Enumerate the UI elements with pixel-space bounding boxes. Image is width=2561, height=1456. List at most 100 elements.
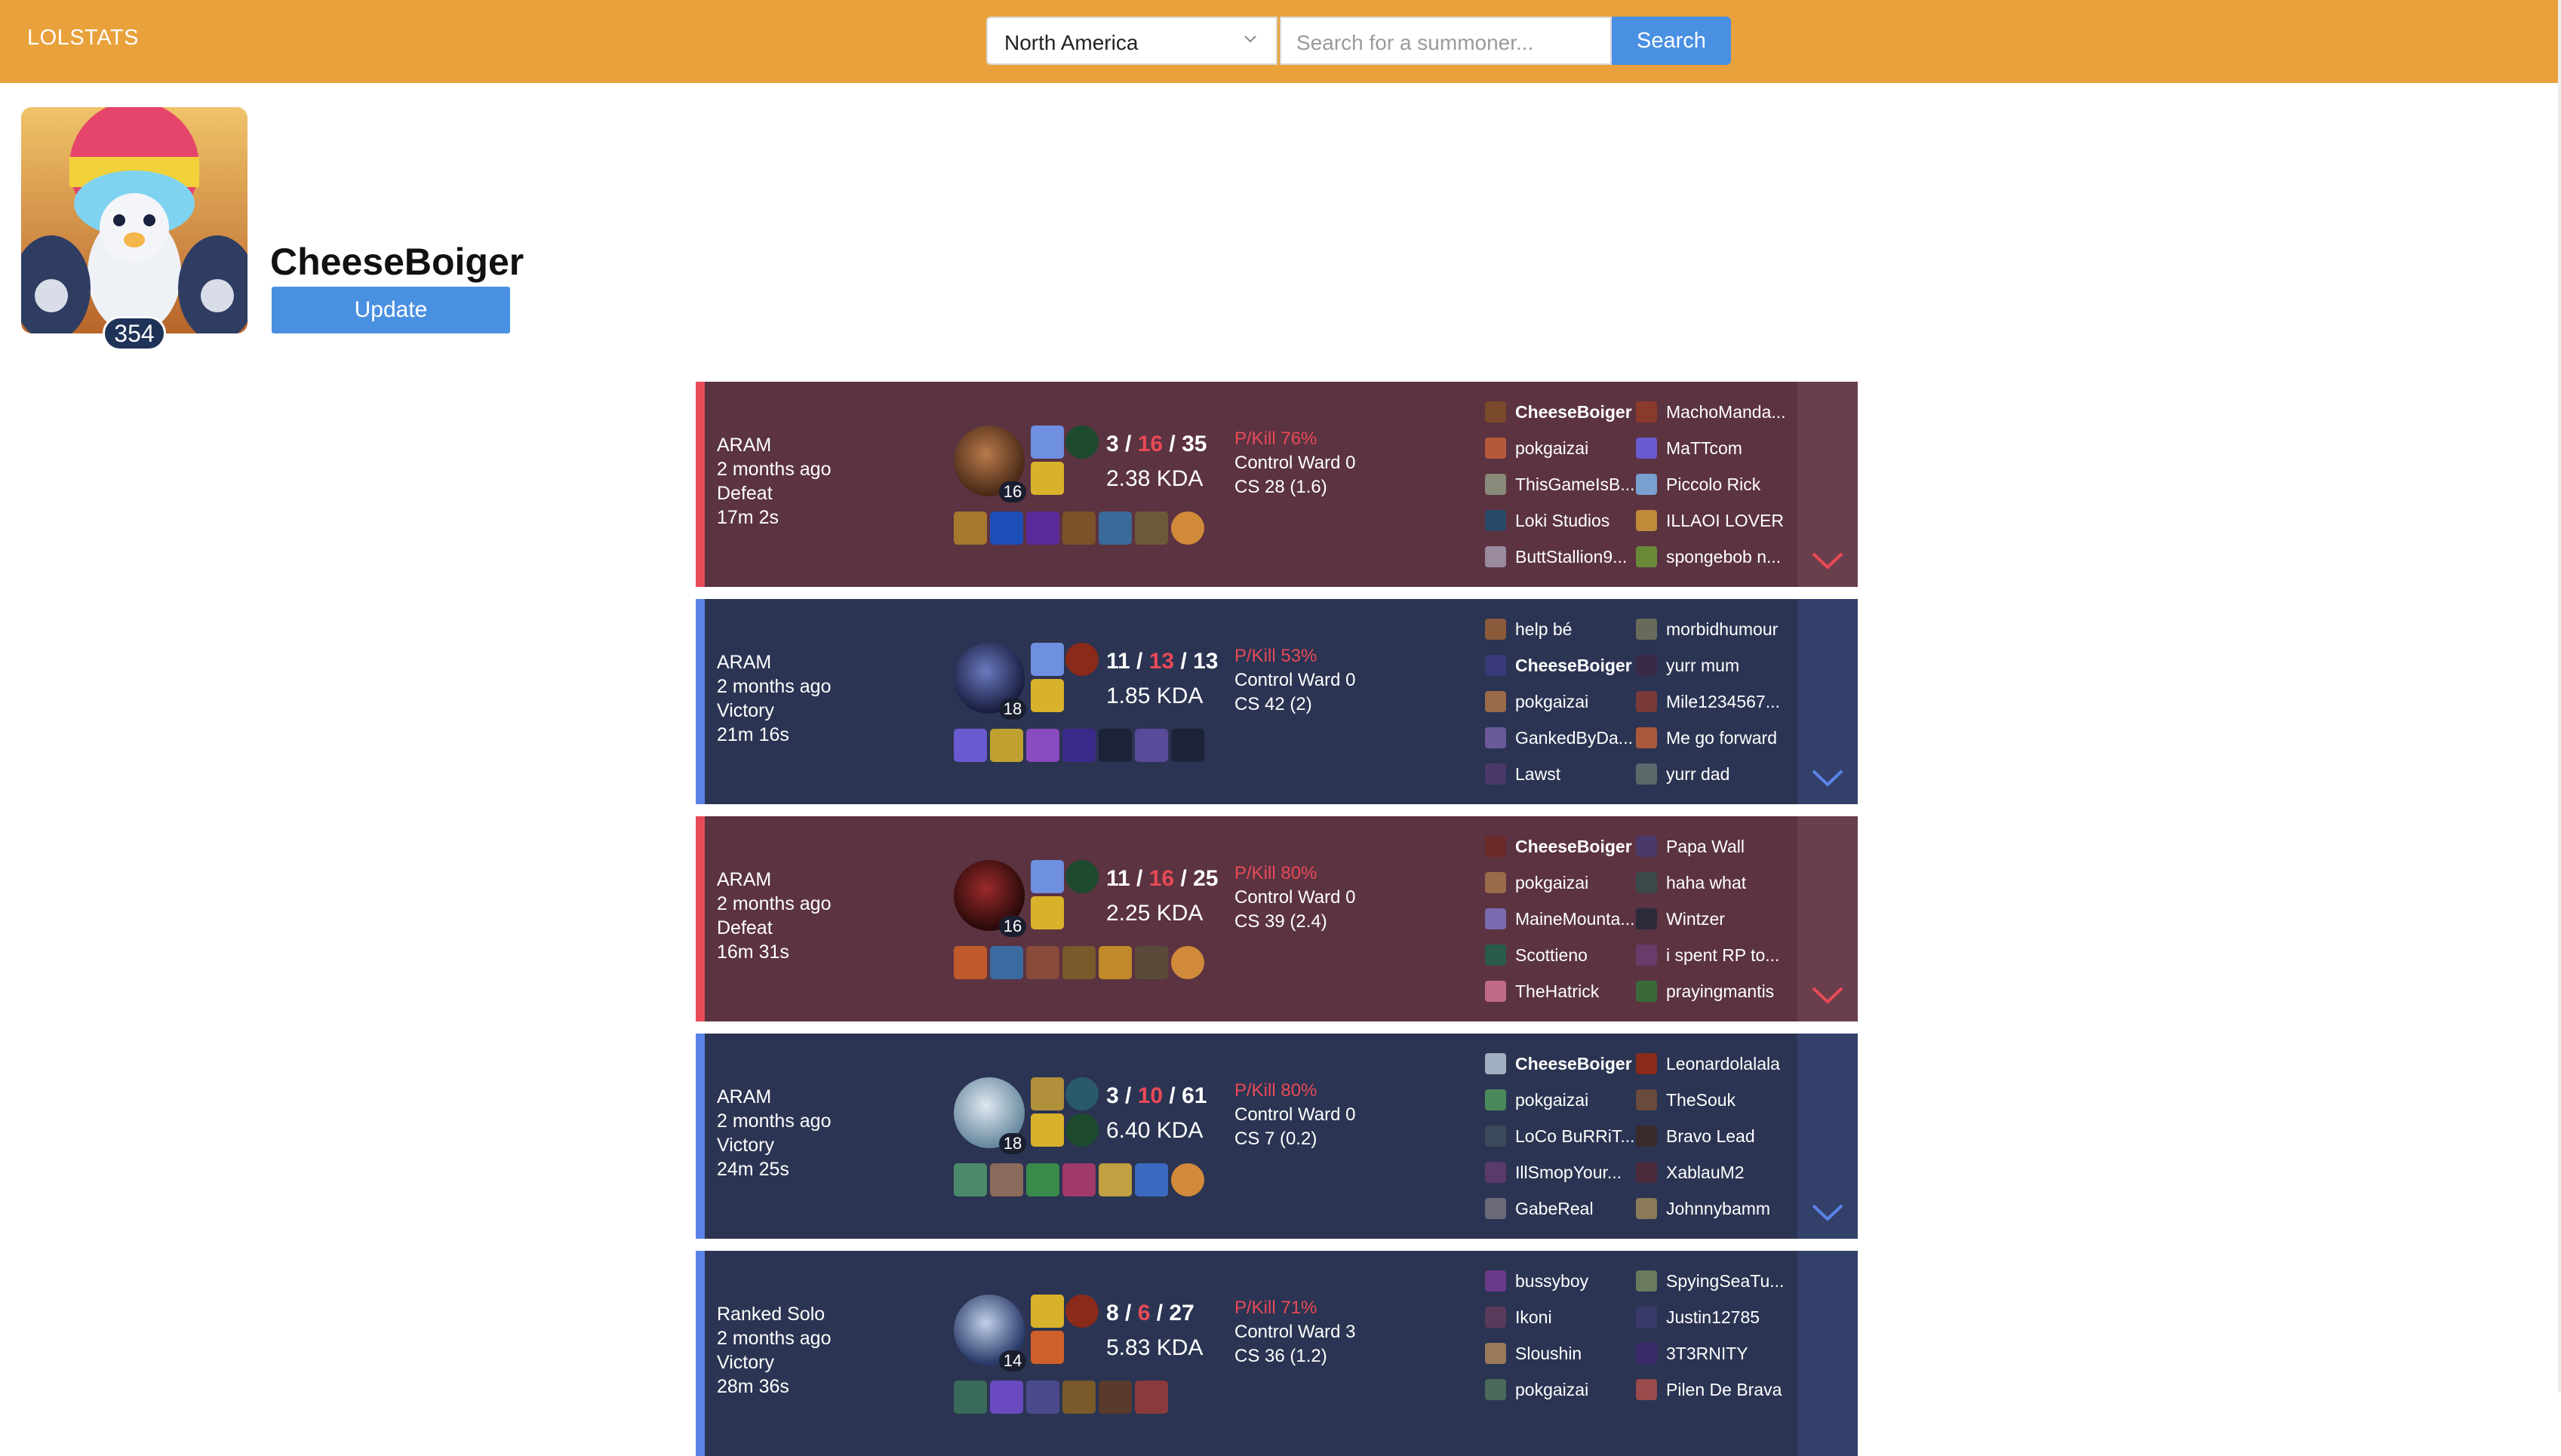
player-entry[interactable]: Bravo Lead xyxy=(1636,1121,1755,1151)
player-entry[interactable]: IllSmopYour... xyxy=(1485,1157,1622,1187)
player-entry[interactable]: i spent RP to... xyxy=(1636,940,1779,970)
summoner-spell-icon xyxy=(1031,896,1064,929)
player-entry[interactable]: Scottieno xyxy=(1485,940,1588,970)
player-entry[interactable]: ILLAOI LOVER xyxy=(1636,505,1784,536)
empty-item-slot xyxy=(1099,729,1132,762)
player-entry[interactable]: pokgaizai xyxy=(1485,1375,1588,1405)
player-entry[interactable]: Johnnybamm xyxy=(1636,1193,1770,1224)
player-entry[interactable]: Pilen De Brava xyxy=(1636,1375,1782,1405)
player-entry[interactable]: 3T3RNITY xyxy=(1636,1338,1748,1368)
player-entry[interactable]: LoCo BuRRiT... xyxy=(1485,1121,1635,1151)
player-entry[interactable]: Loki Studios xyxy=(1485,505,1609,536)
player-entry[interactable]: CheeseBoiger xyxy=(1485,831,1632,862)
player-entry[interactable]: MaTTcom xyxy=(1636,433,1742,463)
brand-logo[interactable]: LOLSTATS xyxy=(27,26,139,51)
match-result: Defeat xyxy=(717,483,773,504)
kda-line: 8 / 6 / 27 xyxy=(1106,1301,1194,1325)
match-card[interactable]: ARAM 2 months ago Victory 24m 25s 18 3 /… xyxy=(696,1034,1858,1239)
assists: 13 xyxy=(1193,649,1219,674)
player-entry[interactable]: MaineMounta... xyxy=(1485,904,1635,934)
summoner-spell-icon xyxy=(1031,1331,1064,1364)
expand-button[interactable] xyxy=(1797,816,1858,1021)
player-entry[interactable]: Leonardolalala xyxy=(1636,1049,1780,1079)
player-entry[interactable]: CheeseBoiger xyxy=(1485,650,1632,680)
item-icon xyxy=(1062,1163,1096,1196)
update-button[interactable]: Update xyxy=(272,287,510,333)
player-entry[interactable]: pokgaizai xyxy=(1485,868,1588,898)
expand-button[interactable] xyxy=(1797,599,1858,804)
match-info: ARAM 2 months ago Defeat 17m 2s xyxy=(717,433,832,530)
player-entry[interactable]: TheSouk xyxy=(1636,1085,1736,1115)
creep-score: CS 39 (2.4) xyxy=(1234,911,1327,932)
item-icon xyxy=(1062,1381,1096,1414)
item-icon xyxy=(954,946,987,979)
champion-level: 18 xyxy=(999,699,1026,720)
chevron-down-icon xyxy=(1812,987,1843,1004)
player-entry[interactable]: Mile1234567... xyxy=(1636,687,1780,717)
expand-button[interactable] xyxy=(1797,1251,1858,1456)
match-card[interactable]: ARAM 2 months ago Defeat 17m 2s 16 3 / 1… xyxy=(696,382,1858,587)
expand-button[interactable] xyxy=(1797,1034,1858,1239)
player-entry[interactable]: morbidhumour xyxy=(1636,614,1778,644)
scrollbar[interactable] xyxy=(2558,0,2561,1393)
player-entry[interactable]: pokgaizai xyxy=(1485,687,1588,717)
player-entry[interactable]: Wintzer xyxy=(1636,904,1725,934)
item-icon xyxy=(1062,511,1096,545)
player-entry[interactable]: pokgaizai xyxy=(1485,1085,1588,1115)
expand-button[interactable] xyxy=(1797,382,1858,587)
match-card[interactable]: ARAM 2 months ago Victory 21m 16s 18 11 … xyxy=(696,599,1858,804)
summoner-spell-icon xyxy=(1031,643,1064,676)
match-stats: P/Kill 71% Control Ward 3 CS 36 (1.2) xyxy=(1234,1296,1356,1368)
match-info: ARAM 2 months ago Defeat 16m 31s xyxy=(717,868,832,964)
item-icon xyxy=(1026,511,1059,545)
player-entry[interactable]: spongebob n... xyxy=(1636,542,1781,572)
player-entry[interactable]: CheeseBoiger xyxy=(1485,1049,1632,1079)
player-entry[interactable]: yurr mum xyxy=(1636,650,1739,680)
player-entry[interactable]: MachoManda... xyxy=(1636,397,1786,427)
rune-icon xyxy=(1065,1077,1099,1110)
player-entry[interactable]: TheHatrick xyxy=(1485,976,1599,1006)
chevron-down-icon xyxy=(1812,552,1843,570)
rune-icon xyxy=(1065,1114,1099,1147)
summoner-search-input[interactable]: Search for a summoner... xyxy=(1280,17,1612,65)
player-entry[interactable]: ButtStallion9... xyxy=(1485,542,1627,572)
summoner-spell-icon xyxy=(1031,1114,1064,1147)
player-entry[interactable]: GabeReal xyxy=(1485,1193,1594,1224)
deaths: 10 xyxy=(1137,1083,1164,1108)
player-entry[interactable]: XablauM2 xyxy=(1636,1157,1745,1187)
player-entry[interactable]: SpyingSeaTu... xyxy=(1636,1266,1784,1296)
player-entry[interactable]: haha what xyxy=(1636,868,1746,898)
player-entry[interactable]: Papa Wall xyxy=(1636,831,1745,862)
kda-line: 3 / 16 / 35 xyxy=(1106,432,1207,456)
kda-ratio: 5.83 KDA xyxy=(1106,1335,1204,1360)
match-card[interactable]: ARAM 2 months ago Defeat 16m 31s 16 11 /… xyxy=(696,816,1858,1021)
queue-type: Ranked Solo xyxy=(717,1304,825,1325)
player-entry[interactable]: yurr dad xyxy=(1636,759,1729,789)
player-entry[interactable]: bussyboy xyxy=(1485,1266,1588,1296)
rune-icon xyxy=(1065,896,1099,929)
player-entry[interactable]: pokgaizai xyxy=(1485,433,1588,463)
region-select[interactable]: North America xyxy=(986,17,1277,65)
match-card[interactable]: Ranked Solo 2 months ago Victory 28m 36s… xyxy=(696,1251,1858,1456)
match-duration: 28m 36s xyxy=(717,1376,789,1397)
result-bar xyxy=(696,1034,705,1239)
chevron-down-icon xyxy=(1812,769,1843,787)
kills: 11 xyxy=(1106,866,1130,891)
player-entry[interactable]: Sloushin xyxy=(1485,1338,1582,1368)
region-select-value: North America xyxy=(1004,31,1139,54)
player-entry[interactable]: Justin12785 xyxy=(1636,1302,1760,1332)
item-icon xyxy=(954,1381,987,1414)
player-entry[interactable]: Lawst xyxy=(1485,759,1560,789)
player-entry[interactable]: help bé xyxy=(1485,614,1572,644)
player-entry[interactable]: Ikoni xyxy=(1485,1302,1552,1332)
kill-participation: P/Kill 80% xyxy=(1234,863,1317,883)
item-icon xyxy=(1135,511,1168,545)
player-entry[interactable]: GankedByDa... xyxy=(1485,723,1633,753)
search-button[interactable]: Search xyxy=(1612,17,1731,65)
player-entry[interactable]: Piccolo Rick xyxy=(1636,469,1760,499)
player-entry[interactable]: CheeseBoiger xyxy=(1485,397,1632,427)
match-result: Defeat xyxy=(717,917,773,938)
player-entry[interactable]: prayingmantis xyxy=(1636,976,1774,1006)
player-entry[interactable]: ThisGameIsB... xyxy=(1485,469,1634,499)
player-entry[interactable]: Me go forward xyxy=(1636,723,1777,753)
